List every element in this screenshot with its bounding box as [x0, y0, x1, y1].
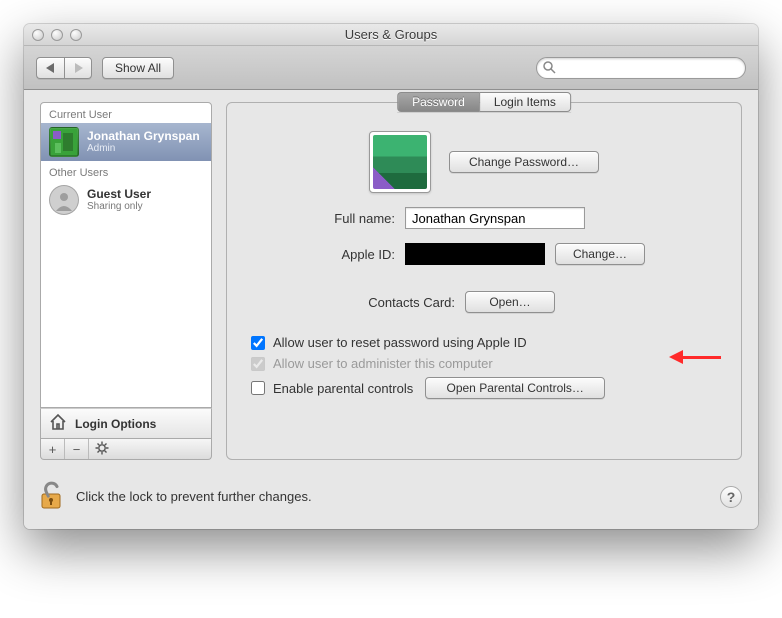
forward-button[interactable] [64, 57, 92, 79]
tab-bar: Password Login Items [397, 92, 571, 112]
open-parental-controls-button[interactable]: Open Parental Controls… [425, 377, 605, 399]
avatar-guest-icon [49, 185, 79, 215]
user-sidebar: Current User Jonathan Grynspan [40, 102, 212, 460]
open-contacts-card-button[interactable]: Open… [465, 291, 555, 313]
apple-id-field[interactable] [405, 243, 545, 265]
lock-text: Click the lock to prevent further change… [76, 489, 312, 504]
tab-login-items[interactable]: Login Items [479, 92, 571, 112]
user-name: Jonathan Grynspan [87, 130, 200, 144]
login-options-label: Login Options [75, 417, 156, 431]
user-name: Guest User [87, 188, 151, 202]
parental-checkbox[interactable] [251, 381, 265, 395]
avatar [49, 127, 79, 157]
parental-row[interactable]: Enable parental controls [251, 381, 413, 396]
remove-user-button[interactable]: − [65, 439, 89, 459]
toolbar: Show All [24, 46, 758, 90]
user-picture-image [373, 135, 427, 189]
help-button[interactable]: ? [720, 486, 742, 508]
lock-icon[interactable] [40, 480, 66, 513]
full-name-field[interactable] [405, 207, 585, 229]
sidebar-controls: + − [40, 439, 212, 460]
add-user-button[interactable]: + [41, 439, 65, 459]
details-pane: Password Login Items Change Password… Fu… [226, 102, 742, 460]
prefs-window: Users & Groups Show All Current User [24, 24, 758, 529]
change-password-button[interactable]: Change Password… [449, 151, 599, 173]
gear-icon [95, 441, 109, 458]
user-list: Current User Jonathan Grynspan [40, 102, 212, 408]
user-row-guest[interactable]: Guest User Sharing only [41, 181, 211, 219]
back-button[interactable] [36, 57, 64, 79]
parental-label: Enable parental controls [273, 381, 413, 396]
window-title: Users & Groups [24, 27, 758, 42]
annotation-arrow [669, 350, 721, 364]
contacts-card-label: Contacts Card: [245, 295, 455, 310]
allow-admin-label: Allow user to administer this computer [273, 356, 493, 371]
user-row-current[interactable]: Jonathan Grynspan Admin [41, 123, 211, 161]
tab-password[interactable]: Password [397, 92, 479, 112]
user-role: Sharing only [87, 201, 151, 212]
search-input[interactable] [536, 57, 746, 79]
allow-reset-checkbox[interactable] [251, 336, 265, 350]
titlebar: Users & Groups [24, 24, 758, 46]
home-icon [49, 413, 67, 434]
change-apple-id-button[interactable]: Change… [555, 243, 645, 265]
sidebar-header-other: Other Users [41, 161, 211, 181]
actions-button[interactable] [89, 439, 211, 459]
apple-id-label: Apple ID: [245, 247, 395, 262]
allow-admin-row: Allow user to administer this computer [251, 356, 723, 371]
user-picture[interactable] [369, 131, 431, 193]
full-name-label: Full name: [245, 211, 395, 226]
login-options-row[interactable]: Login Options [40, 408, 212, 439]
search-icon [543, 61, 556, 77]
content: Current User Jonathan Grynspan [24, 90, 758, 529]
allow-admin-checkbox [251, 357, 265, 371]
toolbar-search[interactable] [536, 57, 746, 79]
footer: Click the lock to prevent further change… [40, 480, 742, 513]
allow-reset-label: Allow user to reset password using Apple… [273, 335, 527, 350]
nav-segment [36, 57, 92, 79]
show-all-button[interactable]: Show All [102, 57, 174, 79]
sidebar-header-current: Current User [41, 103, 211, 123]
user-role: Admin [87, 143, 200, 154]
allow-reset-row[interactable]: Allow user to reset password using Apple… [251, 335, 723, 350]
